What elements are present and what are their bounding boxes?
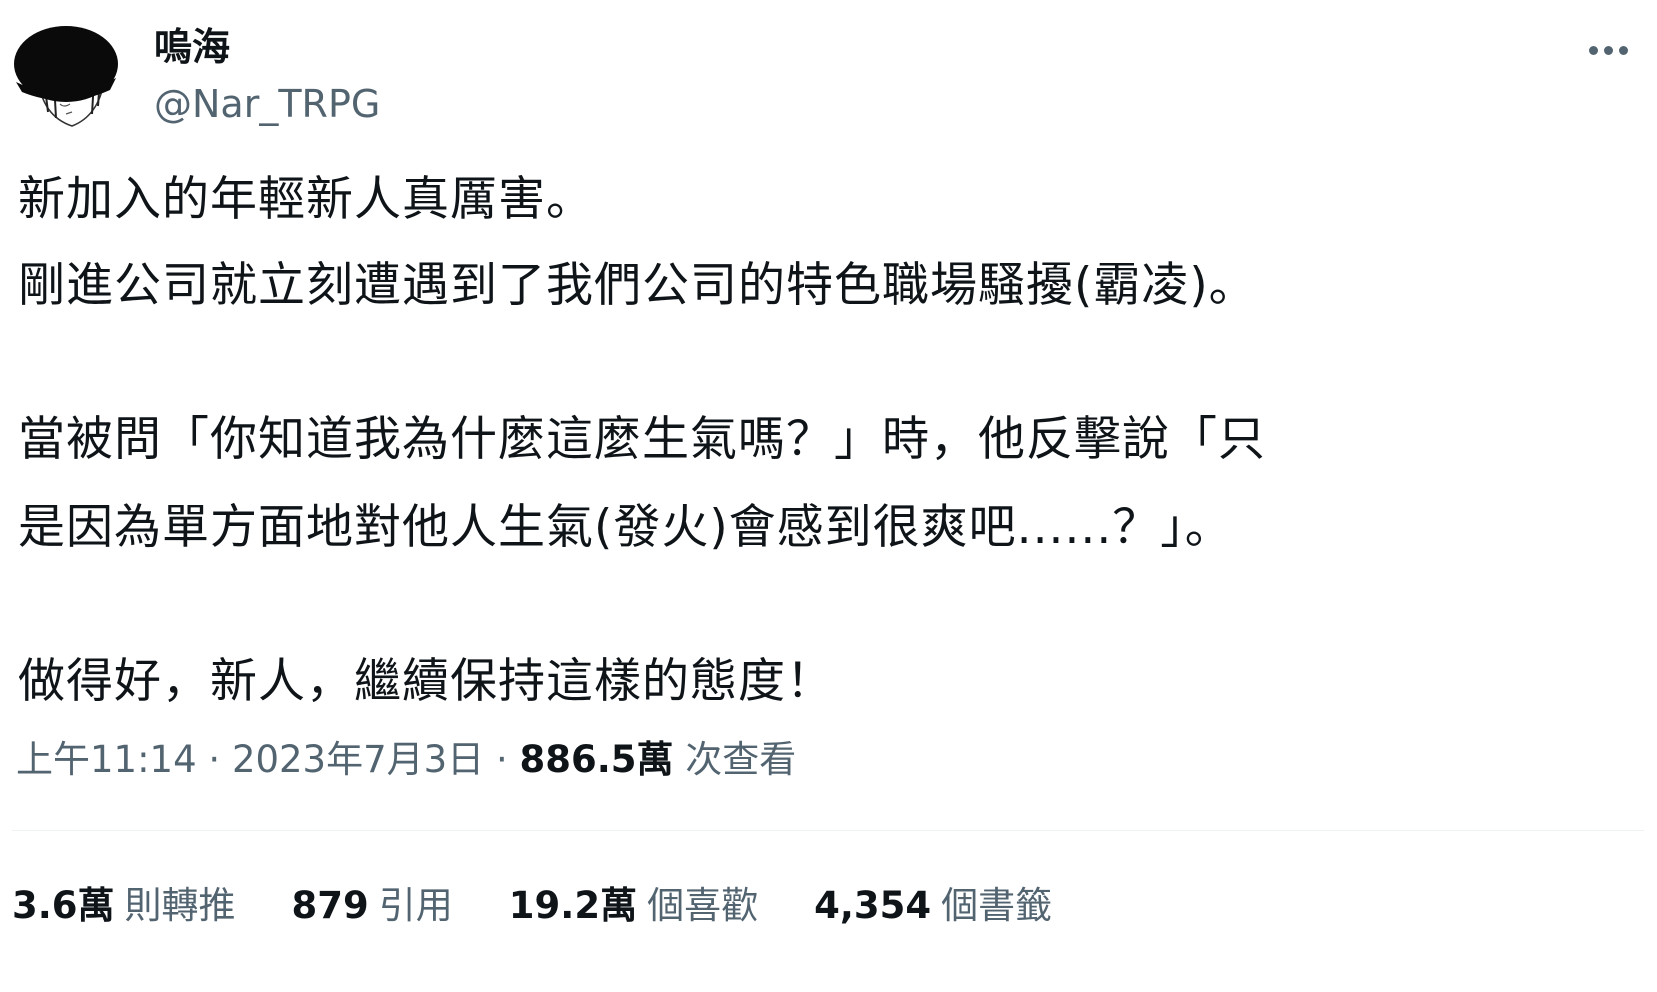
quote-count: 879 — [291, 884, 369, 927]
post-time[interactable]: 上午11:14 — [16, 738, 197, 781]
bookmarks-stat[interactable]: 4,354 個書籤 — [814, 875, 1052, 929]
view-count-label: 次查看 — [685, 738, 797, 781]
retweet-label: 則轉推 — [124, 884, 236, 927]
meta-separator: · — [495, 738, 508, 781]
like-count: 19.2萬 — [508, 884, 638, 927]
author-block: 嗚海 @Nar_TRPG — [154, 22, 380, 128]
quote-label: 引用 — [378, 884, 453, 927]
more-horizontal-icon — [1588, 45, 1598, 55]
tweet-text-line: 是因為單方面地對他人生氣(發火)會感到很爽吧......？」。 — [18, 500, 1233, 555]
avatar[interactable] — [14, 20, 118, 132]
user-handle[interactable]: @Nar_TRPG — [154, 80, 380, 128]
more-horizontal-icon-dot — [1618, 45, 1628, 55]
engagement-stats: 3.6萬 則轉推 879 引用 19.2萬 個喜歡 4,354 個書籤 — [12, 876, 1052, 928]
tweet-text-line: 新加入的年輕新人真厲害。 — [18, 172, 594, 227]
display-name[interactable]: 嗚海 — [154, 22, 380, 72]
bookmark-label: 個書籤 — [941, 884, 1053, 927]
tweet: 嗚海 @Nar_TRPG 新加入的年輕新人真厲害。 剛進公司就立刻遭遇到了我們公… — [0, 0, 1657, 992]
view-count: 886.5萬 — [519, 738, 674, 781]
tweet-meta: 上午11:14 · 2023年7月3日 · 886.5萬 次查看 — [16, 736, 796, 784]
tweet-text-line: 當被問「你知道我為什麼這麼生氣嗎？」時，他反擊說「只 — [18, 412, 1266, 467]
divider — [12, 830, 1644, 831]
meta-separator: · — [208, 738, 221, 781]
like-label: 個喜歡 — [647, 884, 759, 927]
bookmark-count: 4,354 — [814, 884, 932, 927]
tweet-text-line: 做得好，新人，繼續保持這樣的態度！ — [18, 654, 834, 709]
post-date[interactable]: 2023年7月3日 — [232, 738, 484, 781]
quotes-stat[interactable]: 879 引用 — [292, 875, 453, 929]
more-horizontal-icon-dot — [1603, 45, 1613, 55]
likes-stat[interactable]: 19.2萬 個喜歡 — [509, 875, 758, 929]
retweet-count: 3.6萬 — [12, 884, 115, 927]
more-options-button[interactable] — [1580, 28, 1636, 72]
avatar-image — [14, 26, 118, 127]
tweet-text-line: 剛進公司就立刻遭遇到了我們公司的特色職場騷擾(霸凌)。 — [18, 258, 1257, 313]
retweets-stat[interactable]: 3.6萬 則轉推 — [12, 875, 236, 929]
